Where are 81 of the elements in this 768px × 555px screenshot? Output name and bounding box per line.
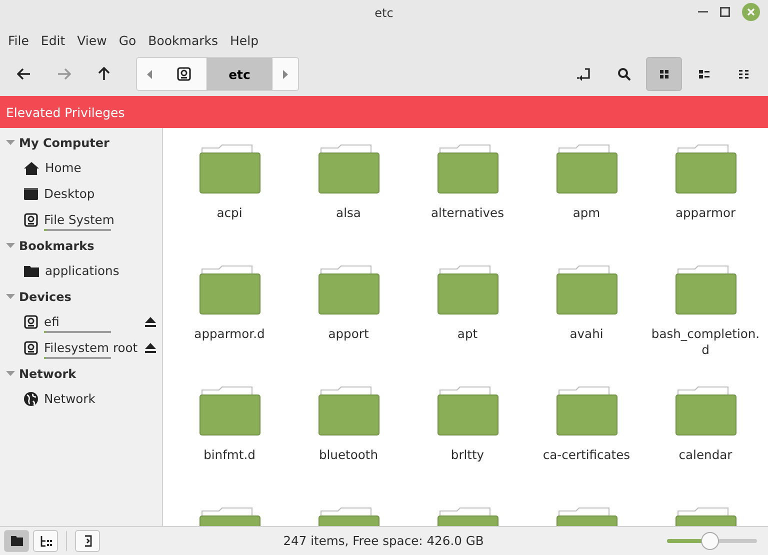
menu-item[interactable]: Bookmarks xyxy=(142,32,224,48)
sidebar-item[interactable]: efi xyxy=(0,309,162,335)
folder-icon xyxy=(318,144,380,194)
menu-item[interactable]: File xyxy=(2,32,35,48)
minimize-icon[interactable] xyxy=(698,11,708,13)
section-heading: Devices xyxy=(19,290,72,304)
zoom-slider[interactable] xyxy=(667,532,757,550)
menu-item[interactable]: View xyxy=(71,32,113,48)
return-arrow-icon xyxy=(577,67,591,81)
folder-icon xyxy=(674,144,736,194)
status-text: 247 items, Free space: 426.0 GB xyxy=(282,534,485,548)
back-arrow-icon xyxy=(17,68,31,80)
folder-icon xyxy=(556,265,618,315)
banner-text: Elevated Privileges xyxy=(6,104,125,120)
globe-icon xyxy=(24,392,38,406)
grid-icon xyxy=(657,67,671,81)
section-heading: Bookmarks xyxy=(19,238,94,252)
folder-item[interactable]: acpi xyxy=(170,144,289,265)
drive-icon xyxy=(24,315,38,329)
folder-item[interactable]: apm xyxy=(527,144,646,265)
tree-icon xyxy=(40,536,52,546)
list-icon xyxy=(697,67,711,81)
section-heading: My Computer xyxy=(19,136,110,150)
search-icon xyxy=(617,67,631,81)
sidebar-item[interactable]: Desktop xyxy=(0,181,162,207)
sidebar-item[interactable]: Filesystem root xyxy=(0,335,162,361)
sidebar-toggle-button[interactable] xyxy=(75,530,100,552)
window-title: etc xyxy=(374,6,394,20)
maximize-icon[interactable] xyxy=(720,7,730,17)
path-button[interactable]: etc xyxy=(207,58,273,90)
folder-item[interactable]: apport xyxy=(289,265,408,386)
folder-item[interactable]: bluetooth xyxy=(289,386,408,507)
folder-icon xyxy=(198,265,260,315)
forward-arrow-icon xyxy=(57,68,71,80)
sidebar-item[interactable]: Home xyxy=(0,155,162,181)
compact-list-icon xyxy=(737,67,751,81)
folder-icon xyxy=(556,144,618,194)
folder-item[interactable]: calendar xyxy=(646,386,765,507)
home-icon xyxy=(24,162,39,174)
menu-item[interactable]: Go xyxy=(112,32,142,48)
folder-icon xyxy=(556,386,618,436)
sidebar-item[interactable]: Network xyxy=(0,386,162,412)
menu-item[interactable]: Help xyxy=(224,32,264,48)
sidebar-item[interactable]: File System xyxy=(0,207,162,233)
left-arrow-icon[interactable] xyxy=(147,70,152,78)
folder-icon xyxy=(318,265,380,315)
folder-item[interactable]: alternatives xyxy=(408,144,527,265)
folder-icon xyxy=(318,386,380,436)
desktop-icon xyxy=(24,188,38,200)
section-heading: Network xyxy=(19,366,76,380)
menu-item[interactable]: Edit xyxy=(34,32,72,48)
sidebar-item[interactable]: applications xyxy=(0,258,162,284)
folder-item[interactable]: alsa xyxy=(289,144,408,265)
right-arrow-icon[interactable] xyxy=(283,70,288,78)
folder-icon xyxy=(436,265,498,315)
folder-icon xyxy=(674,386,736,436)
folder-icon xyxy=(198,144,260,194)
drive-icon xyxy=(24,213,38,227)
view-button[interactable] xyxy=(646,57,682,91)
folder-item[interactable]: apparmor xyxy=(646,144,765,265)
eject-icon[interactable] xyxy=(145,343,156,353)
folder-icon xyxy=(24,265,39,277)
folder-item[interactable]: apt xyxy=(408,265,527,386)
drive-icon xyxy=(177,67,191,81)
folder-icon xyxy=(198,386,260,436)
sidebar-toggle-button[interactable] xyxy=(4,530,29,552)
folder-icon xyxy=(10,536,22,546)
folder-item[interactable]: brltty xyxy=(408,386,527,507)
folder-item[interactable]: apparmor.d xyxy=(170,265,289,386)
folder-icon xyxy=(674,265,736,315)
folder-item[interactable]: bash_completion.d xyxy=(646,265,765,386)
drive-icon xyxy=(24,341,38,355)
terminal-icon xyxy=(82,535,92,547)
folder-icon xyxy=(436,144,498,194)
up-arrow-icon xyxy=(98,67,110,81)
eject-icon[interactable] xyxy=(145,317,156,327)
sidebar-toggle-button[interactable] xyxy=(33,530,58,552)
folder-item[interactable]: avahi xyxy=(527,265,646,386)
folder-item[interactable]: binfmt.d xyxy=(170,386,289,507)
folder-item[interactable]: ca-certificates xyxy=(527,386,646,507)
folder-icon xyxy=(436,386,498,436)
